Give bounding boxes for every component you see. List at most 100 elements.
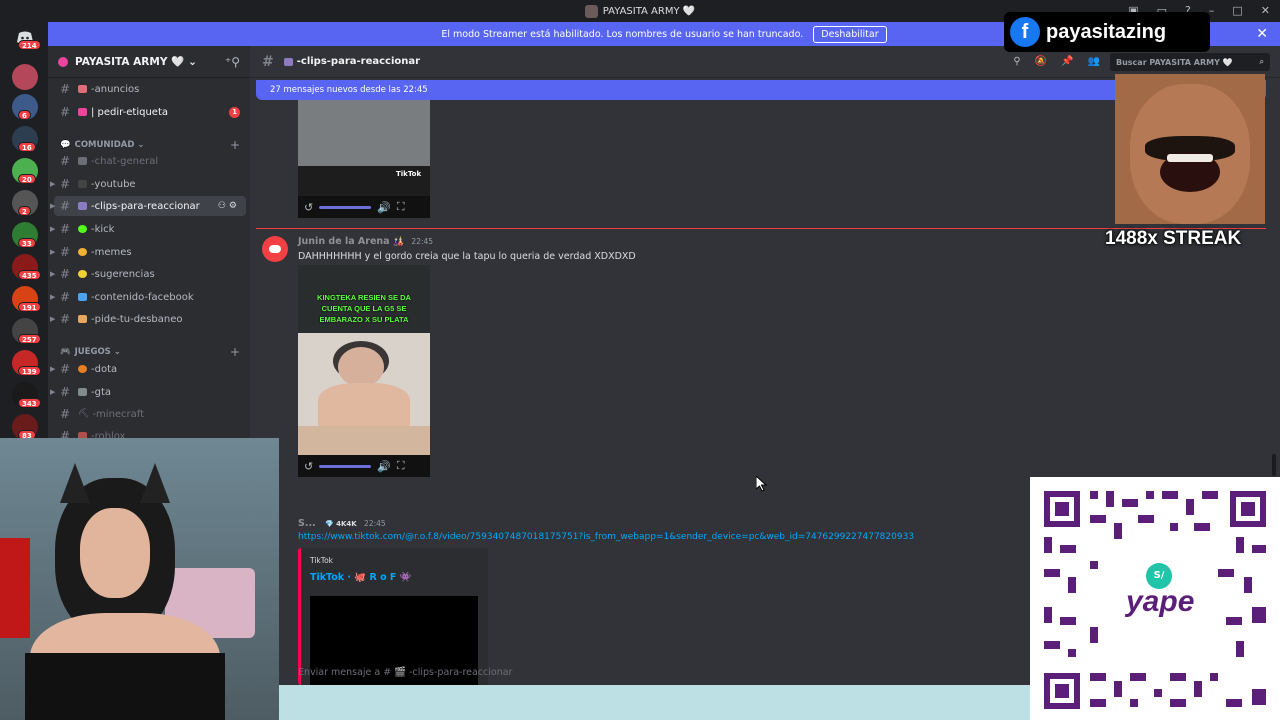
- server-badge: 343: [18, 398, 41, 408]
- role-icon: 🎎: [392, 237, 405, 247]
- create-channel-icon[interactable]: +: [230, 138, 240, 152]
- category-label: COMUNIDAD: [74, 140, 135, 150]
- microphone: [0, 538, 30, 638]
- text-channel-icon: #: [60, 312, 71, 326]
- window-title: PAYASITA ARMY 🤍: [602, 5, 696, 17]
- mention-badge: 1: [229, 106, 240, 118]
- yape-qr-overlay: S/ yape: [1030, 477, 1280, 720]
- channel-dota[interactable]: ▶ # -dota: [50, 359, 246, 379]
- blue-book-icon: [78, 293, 87, 301]
- author-name[interactable]: Junin de la Arena: [298, 236, 390, 247]
- create-channel-icon[interactable]: +: [230, 345, 240, 359]
- server-icon[interactable]: [12, 64, 38, 90]
- lightbulb-icon: [78, 270, 87, 278]
- server-badge: 20: [18, 174, 36, 184]
- server-badge: 16: [18, 142, 36, 152]
- channel-label: -dota: [91, 363, 118, 375]
- message-link[interactable]: https://www.tiktok.com/@r.o.f.8/video/75…: [298, 532, 914, 542]
- chevron-down-icon: ⌄: [113, 347, 121, 357]
- text-channel-icon: #: [60, 290, 71, 304]
- embed-provider: TikTok: [310, 556, 334, 565]
- video-controls: ↺ 🔊 ⛶: [298, 196, 430, 218]
- facebook-handle: payasitazing: [1046, 20, 1167, 43]
- channel-sugerencias[interactable]: ▶ # -sugerencias: [50, 264, 246, 284]
- text-channel-icon: #: [262, 53, 274, 70]
- server-badge: 33: [18, 238, 36, 248]
- new-messages-text: 27 mensajes nuevos desde las 22:45: [270, 85, 428, 95]
- video-frame-bottom: [298, 426, 430, 455]
- channel-settings-icons[interactable]: ⚇⚙: [218, 201, 240, 211]
- category-label: JUEGOS: [74, 347, 111, 357]
- channel-label: -sugerencias: [91, 268, 155, 280]
- video-attachment[interactable]: TikTok ↺ 🔊 ⛶: [298, 100, 430, 218]
- chevron-down-icon: ⌄: [137, 140, 145, 150]
- timestamp: 22:45: [411, 237, 434, 246]
- channel-memes[interactable]: ▶ # -memes: [50, 242, 246, 262]
- invite-people-icon[interactable]: ⁺⚲: [225, 55, 240, 69]
- replay-icon[interactable]: ↺: [304, 201, 313, 214]
- body: [318, 383, 410, 426]
- car-icon: [78, 388, 87, 396]
- present-icon: [78, 315, 87, 323]
- channel-gta[interactable]: ▶ # -gta: [50, 382, 246, 402]
- text-channel-icon: #: [60, 245, 71, 259]
- server-badge: 191: [18, 302, 41, 312]
- replay-icon[interactable]: ↺: [304, 460, 313, 473]
- unread-arrow-icon: ▶: [50, 365, 56, 373]
- channel-pedir-etiqueta[interactable]: # | pedir-etiqueta 1: [54, 102, 246, 122]
- text-channel-icon: #: [60, 105, 71, 119]
- text-channel-icon: #: [60, 407, 71, 421]
- chat-bubble-icon: 💬: [60, 140, 71, 150]
- embed-title[interactable]: TikTok · 🐙 R o F 👾: [310, 572, 412, 583]
- channel-label: -pide-tu-desbaneo: [91, 313, 183, 325]
- minimize-icon[interactable]: –: [1209, 4, 1215, 17]
- channel-clips-para-reaccionar[interactable]: ▶ # -clips-para-reaccionar ⚇⚙: [50, 196, 246, 216]
- channel-minecraft[interactable]: # ⛏ -minecraft: [54, 404, 246, 424]
- message-text: DAHHHHHHH y el gordo creia que la tapu l…: [298, 251, 636, 262]
- webcam-overlay: [0, 438, 279, 720]
- progress-bar[interactable]: [319, 464, 372, 468]
- laughing-face-icon: [78, 248, 87, 256]
- message-author[interactable]: S... 💎 4K4K 22:45: [298, 518, 386, 529]
- video-attachment[interactable]: KINGTEKA RESIEN SE DA CUENTA QUE LA G5 S…: [298, 265, 430, 477]
- close-banner-icon[interactable]: ✕: [1256, 26, 1268, 42]
- guild-header[interactable]: PAYASITA ARMY 🤍 ⌄ ⁺⚲: [48, 46, 250, 78]
- category-comunidad[interactable]: 💬 COMUNIDAD ⌄ +: [60, 138, 240, 152]
- face: [338, 347, 384, 387]
- channel-label: -anuncios: [91, 83, 140, 95]
- channel-contenido-facebook[interactable]: ▶ # -contenido-facebook: [50, 287, 246, 307]
- progress-bar[interactable]: [319, 205, 372, 209]
- fullscreen-icon[interactable]: ⛶: [397, 200, 405, 214]
- channel-youtube[interactable]: ▶ # -youtube: [50, 174, 246, 194]
- author-name[interactable]: S...: [298, 518, 316, 529]
- channel-label: -youtube: [91, 178, 136, 190]
- unread-arrow-icon: ▶: [50, 202, 56, 210]
- avatar[interactable]: [262, 236, 288, 262]
- scrollbar-thumb[interactable]: [1272, 454, 1276, 476]
- text-channel-icon: #: [60, 177, 71, 191]
- maximize-icon[interactable]: □: [1232, 4, 1242, 17]
- close-window-icon[interactable]: ✕: [1261, 4, 1270, 17]
- channel-chat-general[interactable]: # -chat-general: [54, 151, 246, 171]
- channel-kick[interactable]: ▶ # -kick: [50, 219, 246, 239]
- pin-icon[interactable]: 📌: [1061, 56, 1073, 67]
- threads-icon[interactable]: ⚲: [1013, 56, 1020, 67]
- message-author[interactable]: Junin de la Arena 🎎 22:45: [298, 236, 433, 247]
- unread-arrow-icon: ▶: [50, 315, 56, 323]
- server-tag: 💎 4K4K: [324, 520, 357, 528]
- volume-icon[interactable]: 🔊: [377, 201, 391, 214]
- mute-bell-icon[interactable]: 🔕: [1035, 56, 1047, 67]
- tv-icon: [78, 180, 87, 188]
- volume-icon[interactable]: 🔊: [377, 460, 391, 473]
- channel-anuncios[interactable]: # -anuncios: [54, 79, 246, 99]
- home-badge: 214: [18, 40, 41, 50]
- server-badge: 139: [18, 366, 41, 376]
- category-juegos[interactable]: 🎮 JUEGOS ⌄ +: [60, 345, 240, 359]
- video-caption: KINGTEKA RESIEN SE DA CUENTA QUE LA G5 S…: [317, 293, 411, 324]
- channel-pide-tu-desbaneo[interactable]: ▶ # -pide-tu-desbaneo: [50, 309, 246, 329]
- tiktok-watermark: TikTok: [396, 170, 422, 178]
- member-list-icon[interactable]: 👥: [1088, 56, 1100, 67]
- search-input[interactable]: Buscar PAYASITA ARMY 🤍 ⌕: [1110, 53, 1270, 71]
- fullscreen-icon[interactable]: ⛶: [397, 459, 405, 473]
- disable-streamer-mode-button[interactable]: Deshabilitar: [813, 25, 887, 43]
